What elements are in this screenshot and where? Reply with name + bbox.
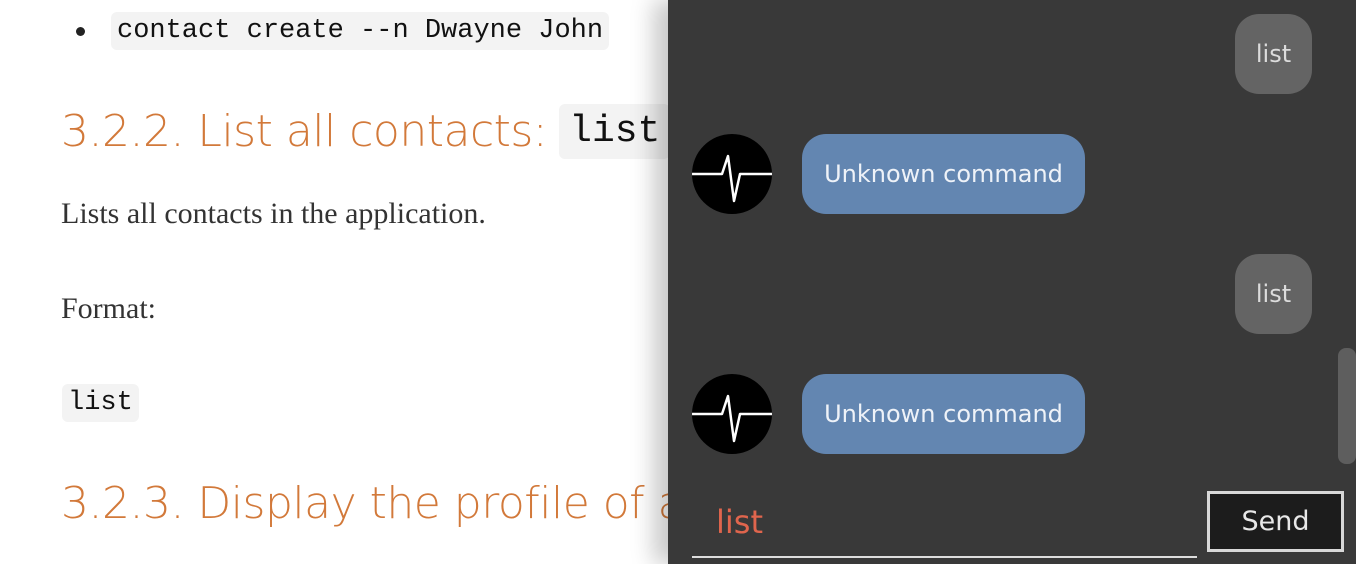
heartbeat-icon [692, 134, 772, 214]
user-message: list [1235, 14, 1312, 94]
bot-message: Unknown command [802, 134, 1085, 214]
chat-scrollbar[interactable] [1338, 348, 1356, 464]
heartbeat-icon [692, 374, 772, 454]
bullet-list-item: contact create --n Dwayne John [76, 12, 610, 50]
chat-command-input[interactable] [692, 494, 1197, 550]
section-heading-profile: 3.2.3. Display the profile of a [61, 478, 668, 529]
user-guide-document: contact create --n Dwayne John 3.2.2. Li… [0, 0, 668, 564]
chat-panel: list Unknown command list Unknown comman… [668, 0, 1356, 564]
format-label: Format: [61, 292, 156, 325]
bot-message: Unknown command [802, 374, 1085, 454]
send-button[interactable]: Send [1207, 491, 1344, 552]
list-description: Lists all contacts in the application. [61, 197, 486, 230]
bullet-command-code: contact create --n Dwayne John [111, 12, 610, 50]
section-heading-list-text: 3.2.2. List all contacts: [61, 106, 548, 157]
bullet-dot [76, 26, 85, 36]
chat-input-container [692, 494, 1197, 558]
format-code: list [62, 384, 139, 422]
user-message: list [1235, 254, 1312, 334]
section-heading-list-code: list [559, 104, 668, 159]
section-heading-list: 3.2.2. List all contacts: list [61, 104, 668, 159]
